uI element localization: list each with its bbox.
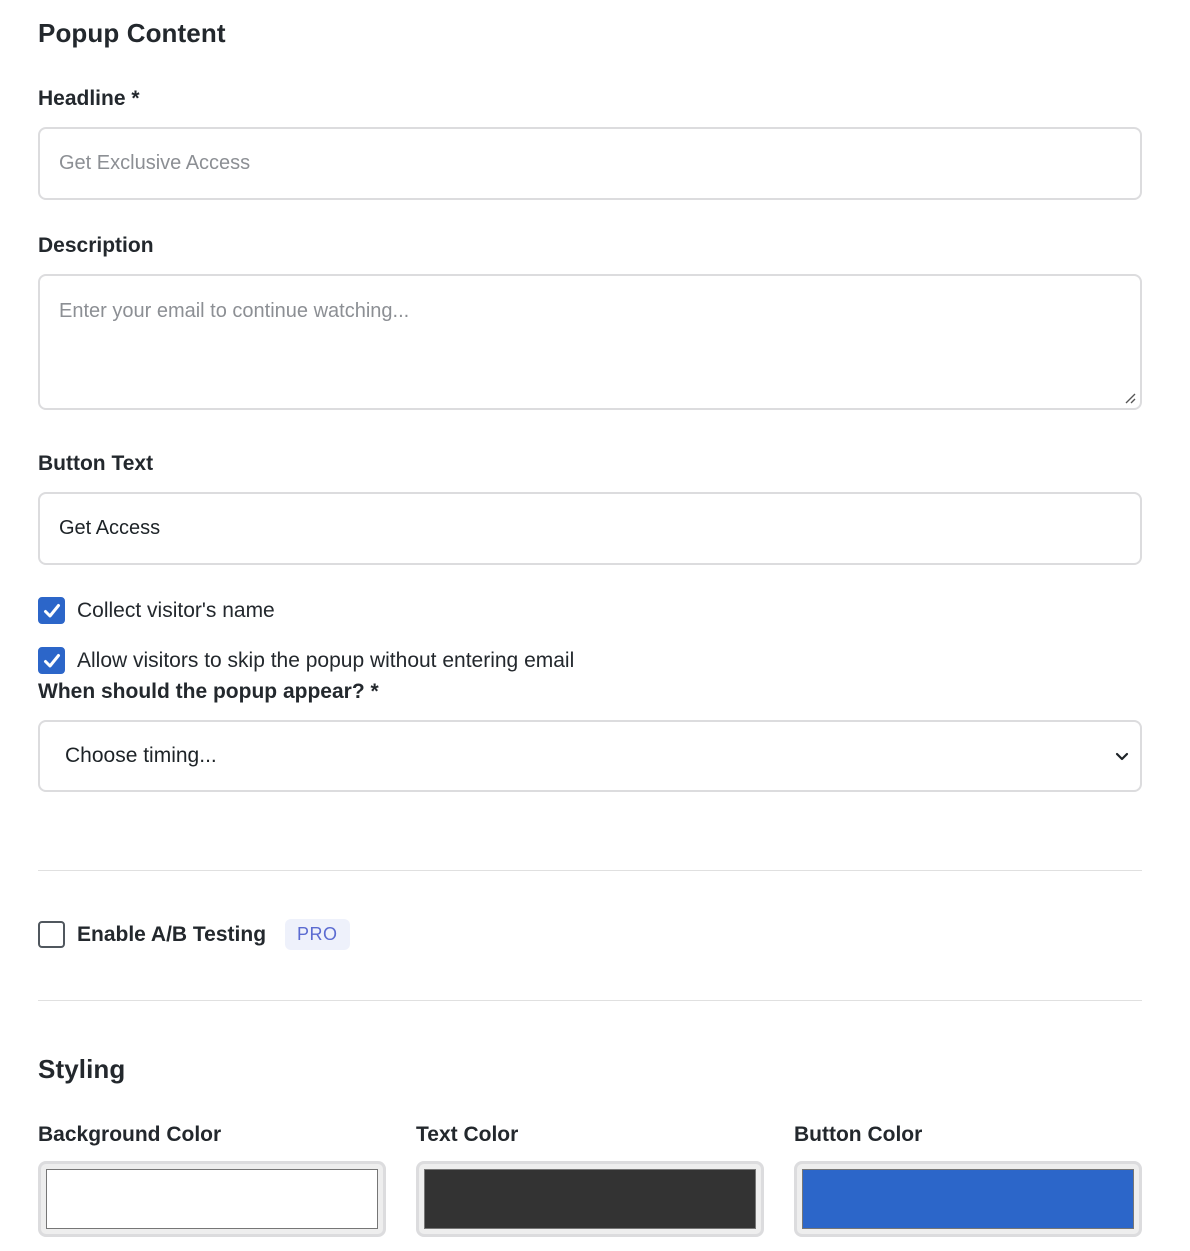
- button-text-label: Button Text: [38, 452, 154, 475]
- popup-content-heading: Popup Content: [38, 18, 226, 48]
- resize-handle-icon[interactable]: [1124, 392, 1136, 404]
- background-color-field: Background Color: [38, 1123, 386, 1237]
- headline-input[interactable]: Get Exclusive Access: [38, 127, 1142, 200]
- timing-label: When should the popup appear? *: [38, 680, 379, 703]
- allow-skip-checkbox[interactable]: [38, 647, 65, 674]
- background-color-picker[interactable]: [38, 1161, 386, 1237]
- button-color-label: Button Color: [794, 1123, 923, 1146]
- background-color-label: Background Color: [38, 1123, 222, 1146]
- text-color-label: Text Color: [416, 1123, 519, 1146]
- button-text-input[interactable]: Get Access: [38, 492, 1142, 565]
- collect-name-option[interactable]: Collect visitor's name: [38, 597, 275, 624]
- checkmark-icon: [43, 603, 60, 617]
- description-textarea[interactable]: Enter your email to continue watching...: [38, 274, 1142, 410]
- headline-label: Headline *: [38, 87, 140, 110]
- checkmark-icon: [43, 653, 60, 667]
- description-placeholder: Enter your email to continue watching...: [59, 300, 410, 322]
- timing-select[interactable]: Choose timing...: [38, 720, 1142, 792]
- collect-name-label: Collect visitor's name: [77, 598, 275, 622]
- button-color-swatch[interactable]: [802, 1169, 1134, 1229]
- styling-heading: Styling: [38, 1054, 126, 1084]
- text-color-swatch[interactable]: [424, 1169, 756, 1229]
- allow-skip-option[interactable]: Allow visitors to skip the popup without…: [38, 647, 574, 674]
- ab-testing-label: Enable A/B Testing: [77, 922, 267, 946]
- ab-testing-checkbox[interactable]: [38, 921, 65, 948]
- text-color-field: Text Color: [416, 1123, 764, 1237]
- description-label: Description: [38, 234, 154, 257]
- timing-select-value: Choose timing...: [65, 744, 217, 767]
- ab-testing-option[interactable]: Enable A/B Testing PRO: [38, 919, 350, 950]
- divider: [38, 1000, 1142, 1001]
- chevron-down-icon: [1115, 752, 1129, 761]
- allow-skip-label: Allow visitors to skip the popup without…: [77, 648, 575, 672]
- background-color-swatch[interactable]: [46, 1169, 378, 1229]
- divider: [38, 870, 1142, 871]
- button-color-picker[interactable]: [794, 1161, 1142, 1237]
- text-color-picker[interactable]: [416, 1161, 764, 1237]
- pro-badge: PRO: [285, 919, 350, 950]
- button-color-field: Button Color: [794, 1123, 1142, 1237]
- collect-name-checkbox[interactable]: [38, 597, 65, 624]
